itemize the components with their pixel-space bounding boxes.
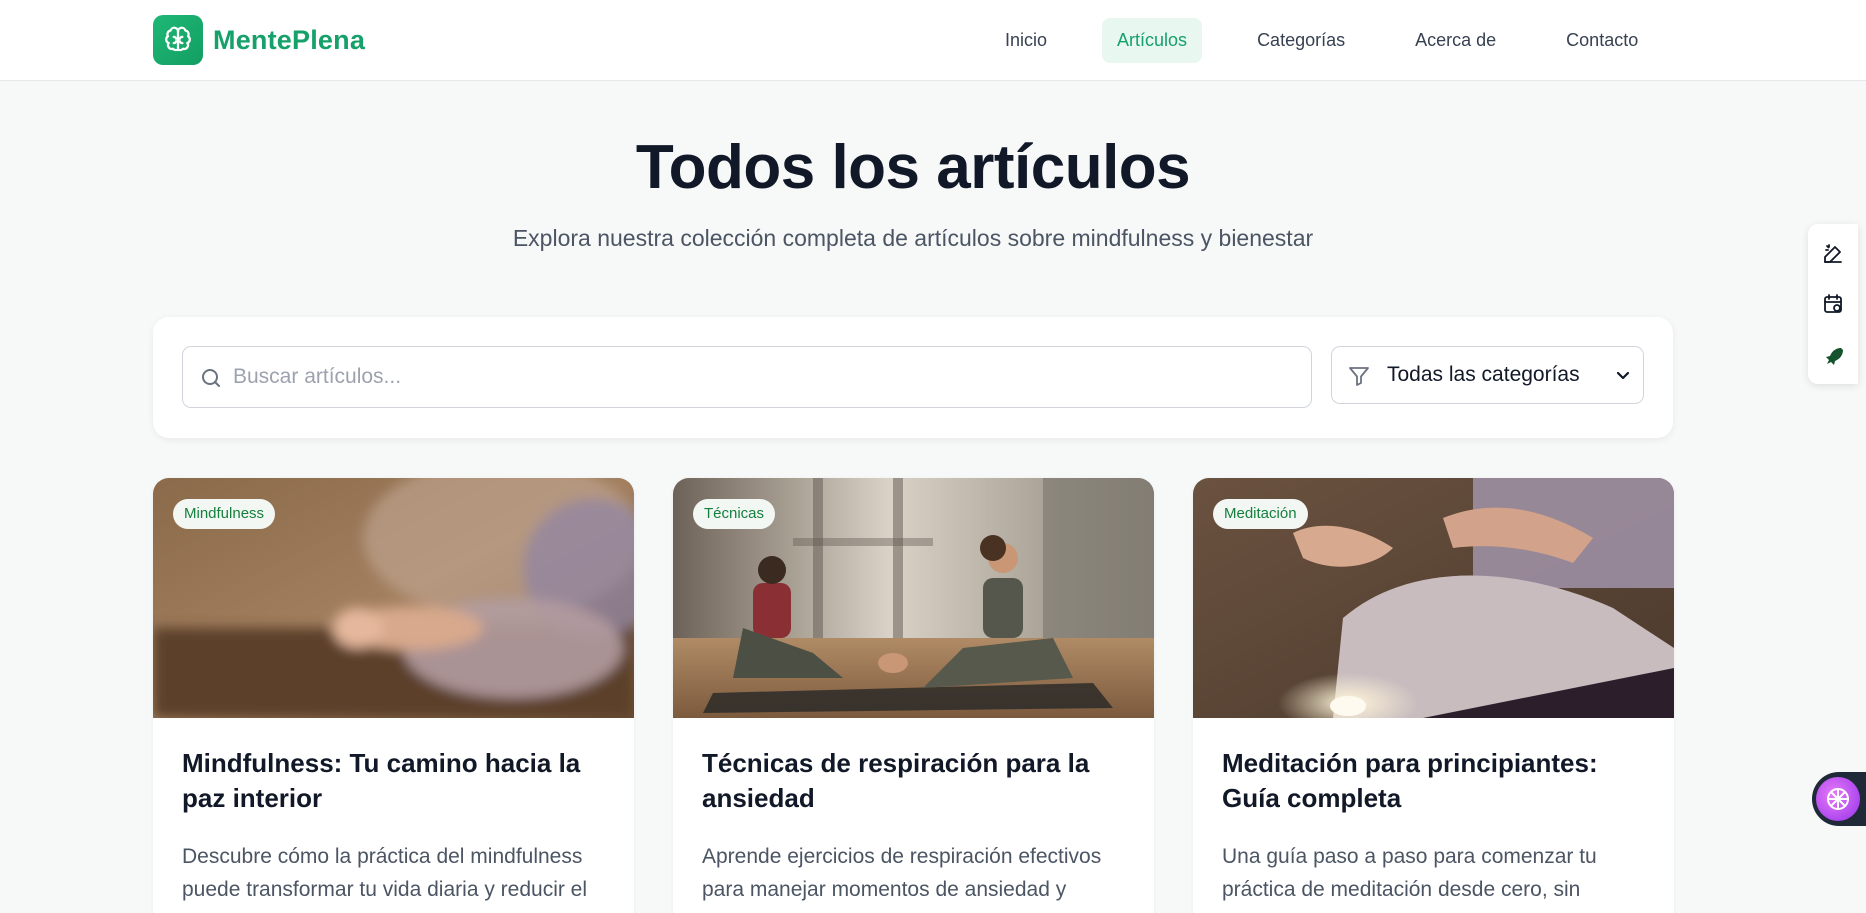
- category-select[interactable]: Todas las categorías: [1331, 346, 1644, 404]
- edit-pen-icon[interactable]: [1808, 229, 1858, 279]
- nav-item-categorias[interactable]: Categorías: [1242, 18, 1360, 63]
- article-description: Una guía paso a paso para comenzar tu pr…: [1222, 845, 1597, 913]
- chevron-down-icon: [1615, 367, 1631, 388]
- search-box[interactable]: [182, 346, 1312, 408]
- page-title: Todos los artículos: [635, 133, 1191, 202]
- search-icon: [199, 366, 223, 395]
- search-input[interactable]: [233, 347, 1293, 407]
- brain-assistant-icon: [1816, 777, 1860, 821]
- filter-panel: Todas las categorías: [153, 317, 1673, 438]
- article-card[interactable]: Meditación Meditación para principiantes…: [1193, 478, 1674, 913]
- filter-funnel-icon: [1347, 364, 1371, 393]
- side-toolbar: [1808, 224, 1858, 384]
- category-select-value: Todas las categorías: [1387, 363, 1580, 386]
- article-image-meditation-candle[interactable]: Meditación: [1193, 478, 1674, 718]
- main-nav: Inicio Artículos Categorías Acerca de Co…: [990, 18, 1653, 63]
- assistant-button[interactable]: [1812, 772, 1866, 826]
- article-title[interactable]: Mindfulness: Tu camino hacia la paz inte…: [182, 746, 607, 816]
- article-description: Aprende ejercicios de respiración efecti…: [702, 845, 1102, 913]
- nav-item-inicio[interactable]: Inicio: [990, 18, 1062, 63]
- calendar-icon[interactable]: [1808, 279, 1858, 329]
- rocket-icon[interactable]: [1808, 332, 1858, 382]
- article-card[interactable]: Técnicas Técnicas de respiración para la…: [673, 478, 1154, 913]
- article-title[interactable]: Técnicas de respiración para la ansiedad: [702, 746, 1127, 816]
- category-tag: Técnicas: [693, 499, 776, 529]
- logo[interactable]: MentePlena: [153, 15, 365, 65]
- nav-item-contacto[interactable]: Contacto: [1551, 18, 1653, 63]
- category-tag: Meditación: [1213, 499, 1308, 529]
- article-card[interactable]: Mindfulness Mindfulness: Tu camino hacia…: [153, 478, 634, 913]
- article-title[interactable]: Meditación para principiantes: Guía comp…: [1222, 746, 1647, 816]
- article-image-meditation-blur[interactable]: Mindfulness: [153, 478, 634, 718]
- article-image-yoga-breathing[interactable]: Técnicas: [673, 478, 1154, 718]
- nav-item-acerca-de[interactable]: Acerca de: [1400, 18, 1511, 63]
- page-subtitle: Explora nuestra colección completa de ar…: [512, 225, 1314, 251]
- brand-name: MentePlena: [213, 24, 366, 55]
- brain-logo-icon: [153, 15, 203, 65]
- category-tag: Mindfulness: [173, 499, 276, 529]
- article-description: Descubre cómo la práctica del mindfulnes…: [182, 845, 588, 913]
- navbar: MentePlena Inicio Artículos Categorías A…: [0, 0, 1866, 81]
- nav-item-articulos[interactable]: Artículos: [1102, 18, 1203, 63]
